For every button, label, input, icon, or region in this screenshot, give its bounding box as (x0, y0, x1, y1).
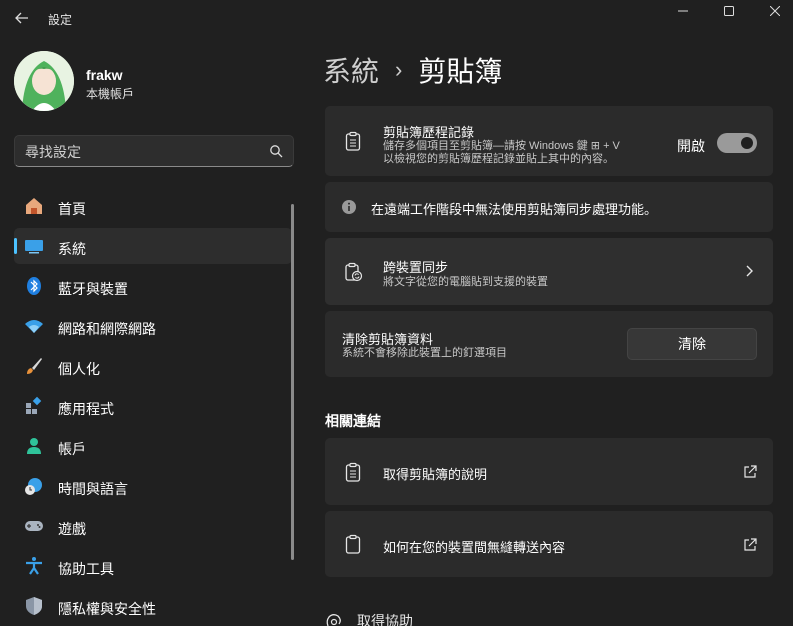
toggle-state-label: 開啟 (677, 138, 705, 154)
sidebar-item-gaming[interactable]: 遊戲 (14, 508, 292, 544)
search-icon[interactable] (269, 144, 283, 158)
clipboard-list-icon (345, 131, 361, 151)
search-box[interactable] (14, 135, 294, 167)
clear-clipboard-title: 清除剪貼簿資料 (342, 332, 434, 347)
apps-icon (24, 396, 44, 416)
breadcrumb: 系統 › 剪貼簿 (323, 50, 502, 90)
sidebar-item-label: 協助工具 (58, 561, 114, 577)
chevron-right-icon (746, 265, 753, 277)
sidebar-item-label: 網路和網際網路 (58, 321, 156, 337)
help-icon (326, 614, 341, 626)
clipboard-history-desc-1: 儲存多個項目至剪貼簿—請按 Windows 鍵 ⊞ + V (383, 140, 620, 152)
avatar[interactable] (14, 51, 74, 111)
clipboard-icon (345, 534, 361, 554)
time-language-icon (24, 476, 44, 496)
sidebar-item-accounts[interactable]: 帳戶 (14, 428, 292, 464)
home-icon (24, 196, 44, 216)
sidebar-item-label: 遊戲 (58, 521, 86, 537)
clipboard-history-desc-2: 以檢視您的剪貼簿歷程記錄並貼上其中的內容。 (383, 153, 614, 165)
sidebar-item-privacy[interactable]: 隱私權與安全性 (14, 588, 292, 624)
bluetooth-icon (24, 276, 44, 296)
clipboard-history-card: 剪貼簿歷程記錄 儲存多個項目至剪貼簿—請按 Windows 鍵 ⊞ + V 以檢… (325, 106, 773, 176)
page-title: 剪貼簿 (418, 56, 503, 87)
toggle-knob (741, 137, 753, 149)
shield-icon (24, 596, 44, 616)
minimize-icon (678, 10, 688, 12)
sidebar-item-label: 帳戶 (58, 441, 86, 457)
clear-clipboard-desc: 系統不會移除此裝置上的釘選項目 (342, 347, 507, 359)
sidebar-item-bluetooth[interactable]: 藍牙與裝置 (14, 268, 292, 304)
cross-device-sync-desc: 將文字從您的電腦貼到支援的裝置 (383, 276, 548, 288)
account-type: 本機帳戶 (86, 87, 135, 101)
related-link-transfer-content[interactable]: 如何在您的裝置間無縫轉送內容 (325, 511, 773, 577)
close-icon (770, 6, 780, 16)
sidebar-item-network[interactable]: 網路和網際網路 (14, 308, 292, 344)
back-button[interactable] (8, 4, 36, 32)
clipboard-sync-icon (345, 262, 363, 282)
open-external-icon (744, 538, 757, 551)
open-external-icon (744, 465, 757, 478)
breadcrumb-parent[interactable]: 系統 (323, 50, 379, 90)
arrow-left-icon (15, 12, 28, 24)
related-link-clipboard-help[interactable]: 取得剪貼簿的說明 (325, 438, 773, 505)
app-title: 設定 (48, 13, 73, 27)
related-link-label: 取得剪貼簿的說明 (383, 467, 488, 482)
search-input[interactable] (25, 142, 265, 162)
close-button[interactable] (752, 0, 793, 22)
brush-icon (24, 356, 44, 376)
clipboard-history-toggle[interactable] (717, 133, 757, 153)
sidebar-item-label: 隱私權與安全性 (58, 601, 156, 617)
related-links-heading: 相關連結 (325, 413, 381, 429)
sidebar-item-time-language[interactable]: 時間與語言 (14, 468, 292, 504)
remote-session-info-card: 在遠端工作階段中無法使用剪貼簿同步處理功能。 (325, 182, 773, 232)
minimize-button[interactable] (660, 0, 706, 22)
sidebar-item-personalization[interactable]: 個人化 (14, 348, 292, 384)
sidebar-item-label: 時間與語言 (58, 481, 128, 497)
sidebar-item-accessibility[interactable]: 協助工具 (14, 548, 292, 584)
title-bar: 設定 (0, 0, 793, 36)
wifi-icon (24, 316, 44, 336)
get-help-label: 取得協助 (357, 613, 413, 626)
sidebar-item-label: 個人化 (58, 361, 100, 377)
sidebar-scrollbar[interactable] (291, 204, 294, 560)
maximize-button[interactable] (706, 0, 752, 22)
maximize-icon (724, 6, 734, 16)
remote-session-info-text: 在遠端工作階段中無法使用剪貼簿同步處理功能。 (371, 202, 658, 217)
sidebar-item-label: 系統 (58, 241, 86, 257)
chevron-right-icon: › (395, 57, 403, 82)
cross-device-sync-card[interactable]: 跨裝置同步 將文字從您的電腦貼到支援的裝置 (325, 238, 773, 305)
clear-button[interactable]: 清除 (627, 328, 757, 360)
sidebar-item-apps[interactable]: 應用程式 (14, 388, 292, 424)
sidebar-item-home[interactable]: 首頁 (14, 188, 292, 224)
clipboard-list-icon (345, 462, 361, 482)
sidebar-item-label: 應用程式 (58, 401, 114, 417)
related-link-label: 如何在您的裝置間無縫轉送內容 (383, 540, 566, 555)
get-help-link[interactable]: 取得協助 (325, 611, 413, 626)
sidebar-item-system[interactable]: 系統 (14, 228, 292, 264)
account-icon (24, 436, 44, 456)
user-name: frakw (86, 67, 123, 83)
sidebar-item-label: 藍牙與裝置 (58, 281, 128, 297)
clear-clipboard-card: 清除剪貼簿資料 系統不會移除此裝置上的釘選項目 清除 (325, 311, 773, 377)
info-icon (342, 200, 356, 214)
clipboard-history-title: 剪貼簿歷程記錄 (383, 125, 475, 140)
avatar-image (14, 51, 74, 111)
accessibility-icon (24, 556, 44, 576)
cross-device-sync-title: 跨裝置同步 (383, 260, 449, 275)
system-icon (24, 236, 44, 256)
sidebar-nav: 首頁 系統 藍牙與裝置 網路和網際網路 個人化 應用程式 帳戶 時間與語言 遊戲… (14, 188, 292, 626)
sidebar-item-label: 首頁 (58, 201, 86, 217)
gamepad-icon (24, 516, 44, 536)
